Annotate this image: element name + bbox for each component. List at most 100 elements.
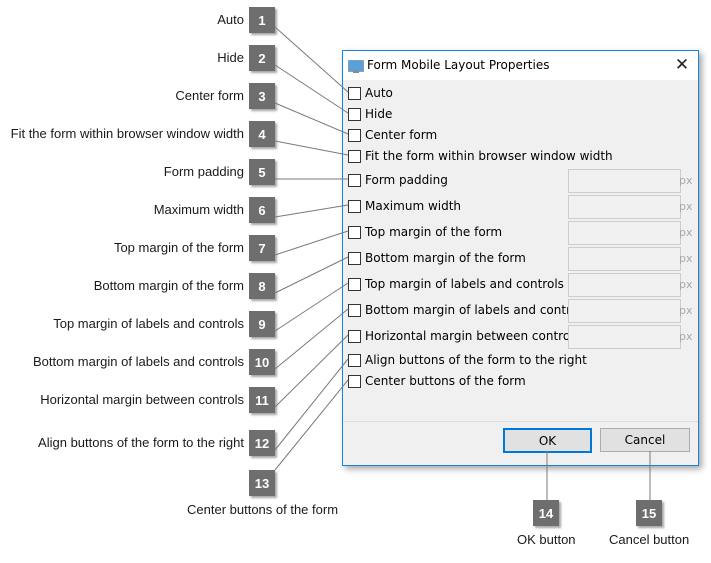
- checkbox[interactable]: [348, 199, 361, 213]
- form-mobile-layout-dialog: Form Mobile Layout Properties ✕ Auto Hide…: [342, 50, 699, 466]
- close-icon[interactable]: ✕: [672, 55, 692, 75]
- option-top-margin-of-the-form[interactable]: Top margin of the form: [348, 223, 502, 241]
- maximum-width-field[interactable]: [568, 195, 681, 219]
- unit-label: px: [679, 252, 693, 265]
- leader-line-9: [274, 282, 349, 332]
- leader-line-12: [274, 358, 349, 451]
- checkbox[interactable]: [348, 277, 361, 291]
- callout-label-15: Cancel button: [609, 532, 690, 547]
- horizontal-margin-between-controls-field[interactable]: [568, 325, 681, 349]
- checkbox[interactable]: [348, 353, 361, 367]
- callout-label-6: Maximum width: [153, 202, 244, 217]
- unit-label: px: [679, 226, 693, 239]
- option-form-padding[interactable]: Form padding: [348, 171, 448, 189]
- checkbox-label: Hide: [365, 107, 393, 121]
- callout-badge-10: 10: [249, 349, 275, 375]
- option-center-form[interactable]: Center form: [348, 126, 437, 144]
- option-maximum-width[interactable]: Maximum width: [348, 197, 461, 215]
- leader-line-4: [274, 140, 349, 156]
- option-auto[interactable]: Auto: [348, 84, 393, 102]
- cancel-button[interactable]: Cancel: [600, 428, 690, 452]
- checkbox-label: Align buttons of the form to the right: [365, 353, 587, 367]
- checkbox[interactable]: [348, 303, 361, 317]
- bottom-margin-of-the-form-field[interactable]: [568, 247, 681, 271]
- leader-line-10: [274, 308, 349, 370]
- bottom-margin-of-labels-and-controls-field[interactable]: [568, 299, 681, 323]
- callout-label-3: Center form: [175, 88, 244, 103]
- leader-line-11: [274, 334, 349, 408]
- option-fit-the-form-within-browser-window-width[interactable]: Fit the form within browser window width: [348, 147, 613, 165]
- callout-label-12: Align buttons of the form to the right: [38, 435, 244, 450]
- leader-line-13: [274, 379, 349, 471]
- ok-button[interactable]: OK: [503, 428, 592, 453]
- dialog-title: Form Mobile Layout Properties: [367, 58, 550, 72]
- leader-line-1: [274, 26, 349, 93]
- callout-badge-15: 15: [636, 500, 662, 526]
- callout-label-2: Hide: [217, 50, 244, 65]
- callout-label-5: Form padding: [163, 164, 244, 179]
- checkbox[interactable]: [348, 329, 361, 343]
- checkbox-label: Bottom margin of the form: [365, 251, 526, 265]
- window-icon: [348, 60, 364, 73]
- leader-line-7: [274, 230, 349, 256]
- top-margin-of-labels-and-controls-field[interactable]: [568, 273, 681, 297]
- option-top-margin-of-labels-and-controls[interactable]: Top margin of labels and controls: [348, 275, 564, 293]
- checkbox-label: Form padding: [365, 173, 448, 187]
- option-center-buttons-of-the-form[interactable]: Center buttons of the form: [348, 372, 526, 390]
- option-bottom-margin-of-labels-and-controls[interactable]: Bottom margin of labels and controls: [348, 301, 588, 319]
- callout-label-11: Horizontal margin between controls: [40, 392, 244, 407]
- checkbox-label: Bottom margin of labels and controls: [365, 303, 588, 317]
- callout-badge-4: 4: [249, 121, 275, 147]
- leader-line-6: [274, 204, 349, 218]
- callout-badge-3: 3: [249, 83, 275, 109]
- option-bottom-margin-of-the-form[interactable]: Bottom margin of the form: [348, 249, 526, 267]
- form-padding-field[interactable]: [568, 169, 681, 193]
- callout-badge-9: 9: [249, 311, 275, 337]
- callout-label-10: Bottom margin of labels and controls: [33, 354, 244, 369]
- callout-label-9: Top margin of labels and controls: [53, 316, 244, 331]
- leader-line-3: [274, 102, 349, 135]
- top-margin-of-the-form-field[interactable]: [568, 221, 681, 245]
- unit-label: px: [679, 278, 693, 291]
- option-horizontal-margin-between-controls[interactable]: Horizontal margin between controls: [348, 327, 580, 345]
- callout-label-14: OK button: [517, 532, 576, 547]
- checkbox-label: Fit the form within browser window width: [365, 149, 613, 163]
- leader-line-8: [274, 256, 349, 294]
- unit-label: px: [679, 200, 693, 213]
- separator: [343, 421, 698, 422]
- callout-badge-5: 5: [249, 159, 275, 185]
- callout-label-7: Top margin of the form: [113, 240, 244, 255]
- callout-label-4: Fit the form within browser window width: [10, 126, 244, 141]
- checkbox[interactable]: [348, 128, 361, 142]
- callout-label-13: Center buttons of the form: [187, 502, 339, 517]
- checkbox[interactable]: [348, 374, 361, 388]
- checkbox-label: Top margin of labels and controls: [365, 277, 564, 291]
- callout-badge-14: 14: [533, 500, 559, 526]
- checkbox-label: Horizontal margin between controls: [365, 329, 580, 343]
- title-bar: Form Mobile Layout Properties ✕: [343, 51, 698, 80]
- callout-badge-8: 8: [249, 273, 275, 299]
- checkbox[interactable]: [348, 107, 361, 121]
- checkbox[interactable]: [348, 86, 361, 100]
- option-hide[interactable]: Hide: [348, 105, 392, 123]
- checkbox[interactable]: [348, 251, 361, 265]
- unit-label: px: [679, 174, 693, 187]
- callout-badge-7: 7: [249, 235, 275, 261]
- unit-label: px: [679, 304, 693, 317]
- checkbox[interactable]: [348, 173, 361, 187]
- callout-badge-2: 2: [249, 45, 275, 71]
- callout-label-1: Auto: [217, 12, 244, 27]
- unit-label: px: [679, 330, 693, 343]
- option-align-buttons-of-the-form-to-the-right[interactable]: Align buttons of the form to the right: [348, 351, 587, 369]
- checkbox-label: Center buttons of the form: [365, 374, 526, 388]
- checkbox-label: Center form: [365, 128, 438, 142]
- checkbox-label: Auto: [365, 86, 393, 100]
- checkbox[interactable]: [348, 149, 361, 163]
- checkbox[interactable]: [348, 225, 361, 239]
- checkbox-label: Maximum width: [365, 199, 462, 213]
- leader-line-2: [274, 64, 349, 114]
- callout-badge-13: 13: [249, 470, 275, 496]
- callout-badge-12: 12: [249, 430, 275, 456]
- callout-badge-1: 1: [249, 7, 275, 33]
- callout-badge-11: 11: [249, 387, 275, 413]
